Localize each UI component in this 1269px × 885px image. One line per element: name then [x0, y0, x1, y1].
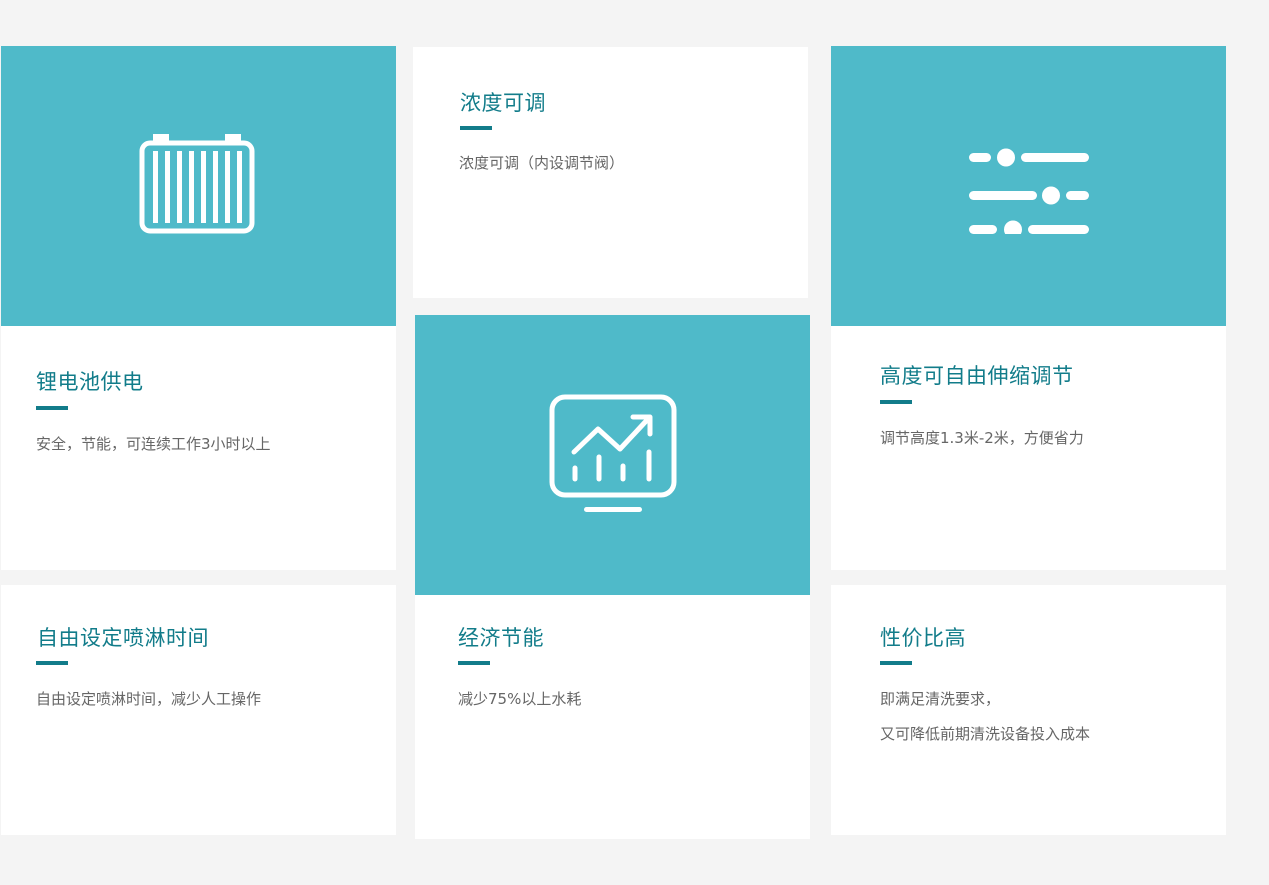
adjust-feature-image — [831, 46, 1226, 326]
title-accent-bar — [36, 406, 68, 410]
feature-description-line: 又可降低前期清洗设备投入成本 — [880, 725, 1091, 743]
feature-description: 浓度可调（内设调节阀） — [459, 154, 625, 172]
feature-title: 性价比高 — [880, 626, 966, 650]
economy-feature-image — [415, 315, 810, 595]
feature-description-line: 即满足清洗要求， — [880, 690, 1001, 708]
feature-description: 减少75%以上水耗 — [458, 690, 582, 708]
sliders-icon — [831, 46, 1226, 326]
feature-title: 自由设定喷淋时间 — [37, 626, 209, 650]
feature-title: 锂电池供电 — [36, 370, 144, 394]
feature-description: 安全，节能，可连续工作3小时以上 — [36, 435, 271, 453]
feature-description: 即满足清洗要求， 又可降低前期清洗设备投入成本 — [880, 682, 1090, 752]
adjust-feature-card: 高度可自由伸缩调节 调节高度1.3米-2米，方便省力 — [831, 326, 1226, 570]
feature-title: 浓度可调 — [460, 91, 546, 115]
economy-feature-card: 经济节能 减少75%以上水耗 — [415, 595, 810, 839]
feature-description: 调节高度1.3米-2米，方便省力 — [880, 429, 1084, 447]
title-accent-bar — [460, 126, 492, 130]
battery-feature-image — [1, 46, 396, 326]
concentration-feature-card: 浓度可调 浓度可调（内设调节阀） — [413, 47, 808, 298]
timer-feature-card: 自由设定喷淋时间 自由设定喷淋时间，减少人工操作 — [1, 585, 396, 835]
title-accent-bar — [880, 400, 912, 404]
feature-title: 经济节能 — [458, 626, 544, 650]
feature-title: 高度可自由伸缩调节 — [880, 364, 1074, 388]
feature-description: 自由设定喷淋时间，减少人工操作 — [36, 690, 262, 708]
title-accent-bar — [880, 661, 912, 665]
chart-monitor-icon — [415, 315, 810, 595]
title-accent-bar — [458, 661, 490, 665]
title-accent-bar — [36, 661, 68, 665]
battery-icon — [1, 46, 396, 326]
value-feature-card: 性价比高 即满足清洗要求， 又可降低前期清洗设备投入成本 — [831, 585, 1226, 835]
battery-feature-card: 锂电池供电 安全，节能，可连续工作3小时以上 — [1, 326, 396, 570]
